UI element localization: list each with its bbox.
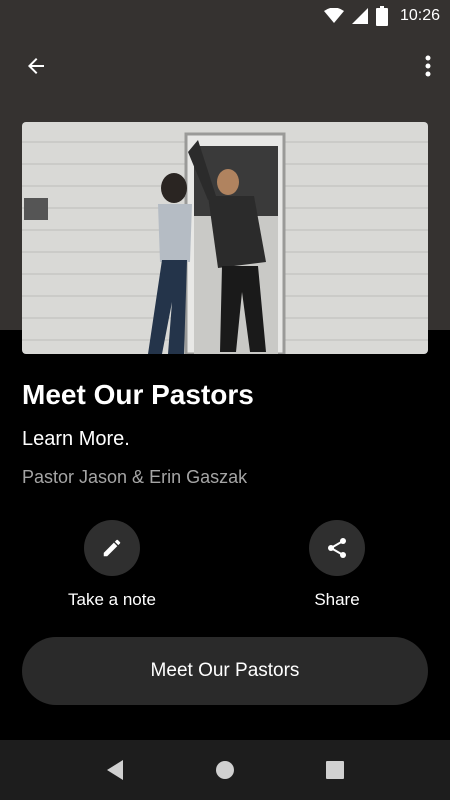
share-button[interactable]: Share bbox=[267, 520, 407, 610]
page-title: Meet Our Pastors bbox=[22, 379, 254, 410]
nav-back-button[interactable] bbox=[90, 745, 140, 795]
cell-signal-icon bbox=[351, 8, 368, 24]
share-icon bbox=[328, 538, 346, 558]
take-note-label: Take a note bbox=[68, 590, 156, 609]
battery-icon bbox=[375, 6, 388, 26]
nav-recents-button[interactable] bbox=[310, 745, 360, 795]
share-label: Share bbox=[314, 590, 360, 609]
more-options-button[interactable] bbox=[414, 46, 442, 86]
take-note-circle[interactable] bbox=[84, 520, 140, 576]
back-triangle-icon bbox=[107, 760, 123, 780]
home-circle-icon bbox=[216, 761, 234, 779]
nav-home-button[interactable] bbox=[200, 745, 250, 795]
action-row: Take a note Share bbox=[0, 520, 450, 620]
more-vert-icon bbox=[425, 55, 431, 77]
share-circle[interactable] bbox=[309, 520, 365, 576]
pencil-icon bbox=[103, 539, 121, 557]
subtitle: Learn More. bbox=[22, 428, 130, 450]
author-name: Pastor Jason & Erin Gaszak bbox=[22, 467, 248, 487]
recents-square-icon bbox=[326, 761, 344, 779]
photo-illustration bbox=[22, 122, 428, 354]
status-bar: 10:26 bbox=[0, 0, 450, 32]
take-note-button[interactable]: Take a note bbox=[42, 520, 182, 610]
status-time: 10:26 bbox=[399, 7, 440, 24]
wifi-icon bbox=[323, 8, 344, 23]
back-button[interactable] bbox=[14, 46, 58, 86]
system-nav-bar bbox=[0, 740, 450, 800]
meet-our-pastors-button[interactable]: Meet Our Pastors bbox=[22, 637, 428, 705]
hero-image bbox=[22, 122, 428, 354]
arrow-left-icon bbox=[28, 58, 44, 74]
content-section: Meet Our Pastors Learn More. Pastor Jaso… bbox=[22, 370, 428, 490]
status-icons: 10:26 bbox=[323, 5, 440, 27]
